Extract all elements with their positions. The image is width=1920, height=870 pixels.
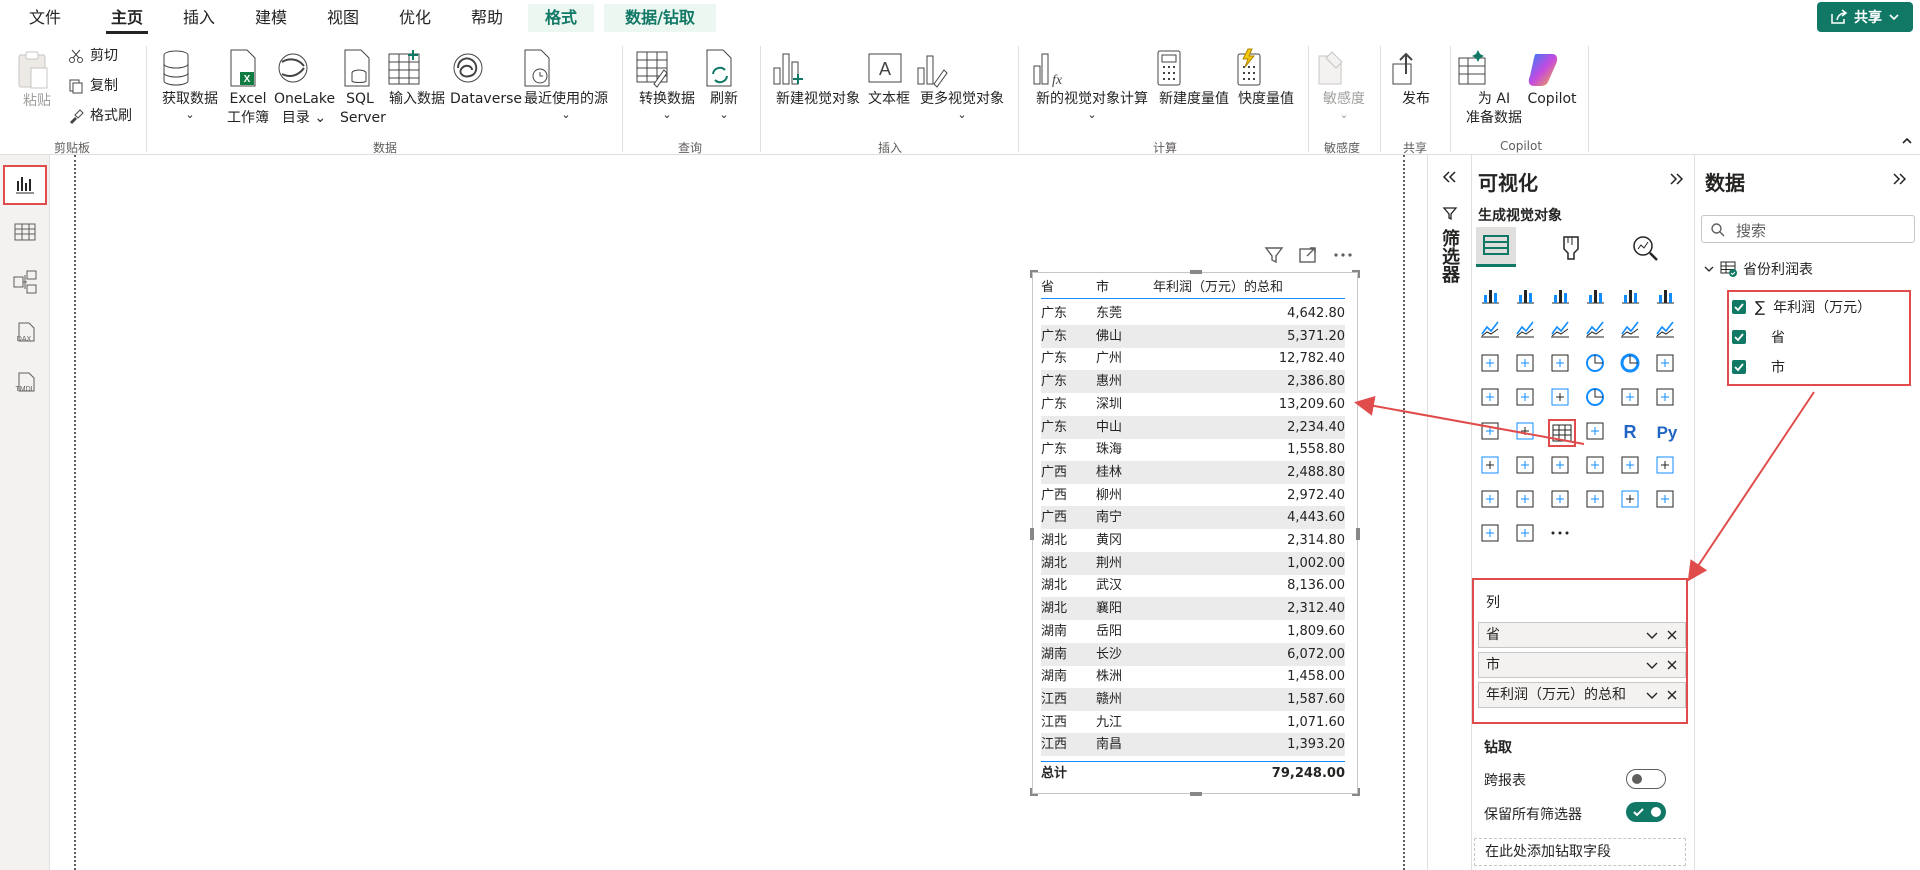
powerbi-window: 文件 主页 插入 建模 视图 优化 帮助 格式 数据/钻取 共享 粘贴 剪切 复…: [0, 0, 1920, 870]
arrow-to-table: [1354, 396, 1585, 445]
annotation-arrows: [1354, 391, 1815, 582]
arrow-to-columns: [1687, 391, 1815, 582]
